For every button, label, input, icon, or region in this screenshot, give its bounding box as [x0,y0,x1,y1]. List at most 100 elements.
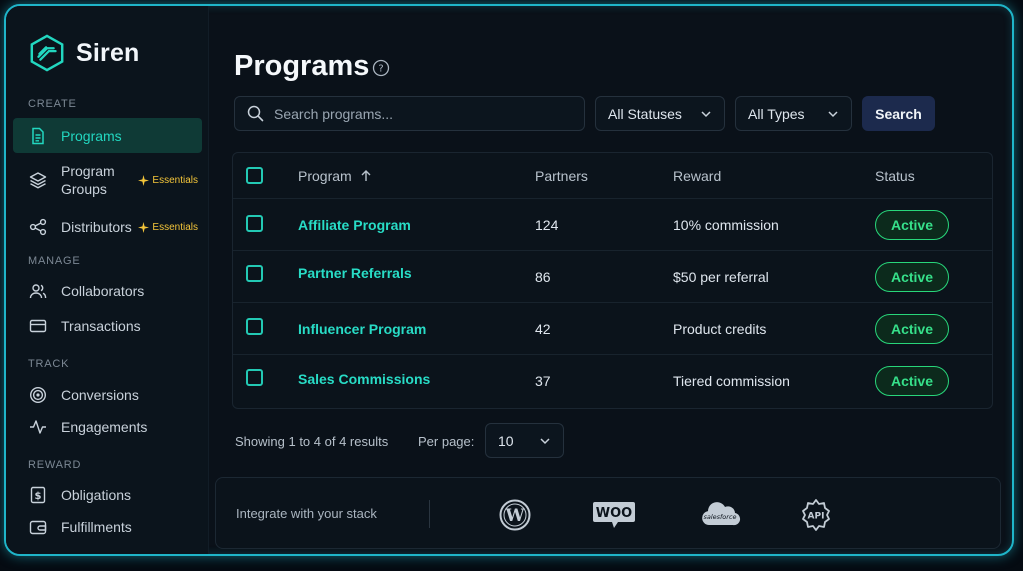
chevron-down-icon [701,110,711,117]
table-row[interactable]: Partner Referrals 86 $50 per referral Ac… [233,251,992,303]
sidebar-item-engagements[interactable]: Engagements [13,412,202,442]
row-checkbox[interactable] [246,369,263,386]
select-all-checkbox[interactable] [246,167,263,184]
sidebar-item-label: Collaborators [61,283,145,299]
column-header-reward[interactable]: Reward [673,168,721,184]
sidebar-item-label: Programs [61,127,122,144]
help-circle-icon[interactable]: ? [372,59,390,77]
reward-text: Tiered commission [673,373,790,389]
sidebar-item-fulfillments[interactable]: Fulfillments [13,512,202,542]
svg-text:W: W [504,506,525,526]
integrations-panel: Integrate with your stack W WOO salesfor… [215,477,1001,549]
status-badge: Active [875,261,949,292]
wordpress-icon: W [499,499,531,531]
status-badge: Active [875,209,949,240]
table-header-row: Program Partners Reward Status [233,153,992,199]
brand[interactable]: Siren [28,34,140,72]
sidebar-item-label: Distributors [61,219,132,235]
credit-card-icon [29,319,47,333]
sidebar-item-transactions[interactable]: Transactions [13,311,202,341]
per-page-label: Per page: [418,434,475,449]
search-box[interactable] [234,96,585,131]
column-header-partners[interactable]: Partners [535,168,588,184]
table-row[interactable]: Affiliate Program 124 10% commission Act… [233,199,992,251]
document-icon [32,127,44,144]
svg-text:salesforce: salesforce [703,513,736,521]
results-summary: Showing 1 to 4 of 4 results [235,434,389,449]
section-title-manage: MANAGE [28,255,81,267]
status-badge: Active [875,366,949,396]
wallet-icon [29,520,47,535]
program-name-link[interactable]: Affiliate Program [298,217,411,233]
sidebar-item-label: Engagements [61,419,148,435]
sidebar-item-label: Obligations [61,487,132,503]
reward-text: $50 per referral [673,268,769,285]
svg-text:?: ? [378,64,383,75]
sidebar-item-program-groups[interactable]: Program Groups Essentials [13,160,202,200]
page-title: Programs [234,50,370,82]
per-page-select[interactable]: 10 [485,423,564,458]
sparkle-icon [138,221,150,233]
sidebar: Siren CREATE Programs Program Groups Ess… [6,6,209,554]
status-filter-select[interactable]: All Statuses [595,96,725,131]
chevron-down-icon [828,110,838,117]
sidebar-item-conversions[interactable]: Conversions [13,380,202,410]
sidebar-item-label: Fulfillments [61,519,132,535]
sort-up-arrow-icon [361,170,371,181]
layers-icon [29,172,47,189]
sidebar-item-collaborators[interactable]: Collaborators [13,276,202,306]
sidebar-item-label: Conversions [61,387,139,403]
program-name-link[interactable]: Sales Commissions [298,371,430,387]
per-page-value: 10 [498,432,514,449]
section-title-track: TRACK [28,358,70,370]
svg-text:WOO: WOO [596,506,632,521]
type-filter-select[interactable]: All Types [735,96,852,131]
badge-label: Essentials [152,221,198,233]
divider [429,500,430,528]
badge-label: Essentials [152,174,198,186]
row-checkbox[interactable] [246,318,263,335]
integrations-label: Integrate with your stack [236,506,377,521]
column-header-program[interactable]: Program [298,168,372,184]
programs-table: Program Partners Reward Status Affiliate… [232,152,993,409]
program-name-link[interactable]: Partner Referrals [298,265,412,281]
column-header-label: Program [298,167,352,184]
siren-logo-icon [30,34,64,72]
status-badge: Active [875,313,949,344]
row-checkbox[interactable] [246,215,263,232]
table-row[interactable]: Sales Commissions 37 Tiered commission A… [233,355,992,407]
api-logo-icon[interactable]: API [799,498,833,532]
column-header-status[interactable]: Status [875,168,915,184]
chevron-down-icon [540,437,550,444]
row-checkbox[interactable] [246,265,263,282]
essentials-badge: Essentials [138,174,198,186]
partners-count: 42 [535,320,551,337]
partners-count: 86 [535,268,551,285]
type-filter-value: All Types [748,105,805,122]
search-icon [247,105,264,122]
salesforce-logo-icon[interactable]: salesforce [698,498,742,532]
sidebar-item-programs[interactable]: Programs [13,118,202,153]
wordpress-logo-icon[interactable]: W [498,498,532,532]
essentials-badge: Essentials [138,221,198,233]
status-filter-value: All Statuses [608,105,682,122]
sidebar-item-obligations[interactable]: $ Obligations [13,480,202,510]
target-icon [29,386,47,404]
users-icon [29,284,47,299]
section-title-reward: REWARD [28,459,82,471]
app-window: Siren CREATE Programs Program Groups Ess… [4,4,1014,556]
sidebar-item-label: Transactions [61,318,141,334]
sidebar-item-label: Program Groups [61,163,115,197]
program-name-link[interactable]: Influencer Program [298,321,426,337]
woocommerce-logo-icon[interactable]: WOO [592,498,636,532]
table-row[interactable]: Influencer Program 42 Product credits Ac… [233,303,992,355]
reward-text: Product credits [673,320,767,337]
api-gear-icon: API [802,499,830,531]
search-button[interactable]: Search [862,96,935,131]
share-nodes-icon [29,218,47,236]
search-input[interactable] [274,105,554,122]
sidebar-item-distributors[interactable]: Distributors Essentials [13,212,202,242]
svg-text:API: API [808,512,825,522]
dollar-doc-icon: $ [30,486,46,504]
svg-text:$: $ [35,491,42,502]
